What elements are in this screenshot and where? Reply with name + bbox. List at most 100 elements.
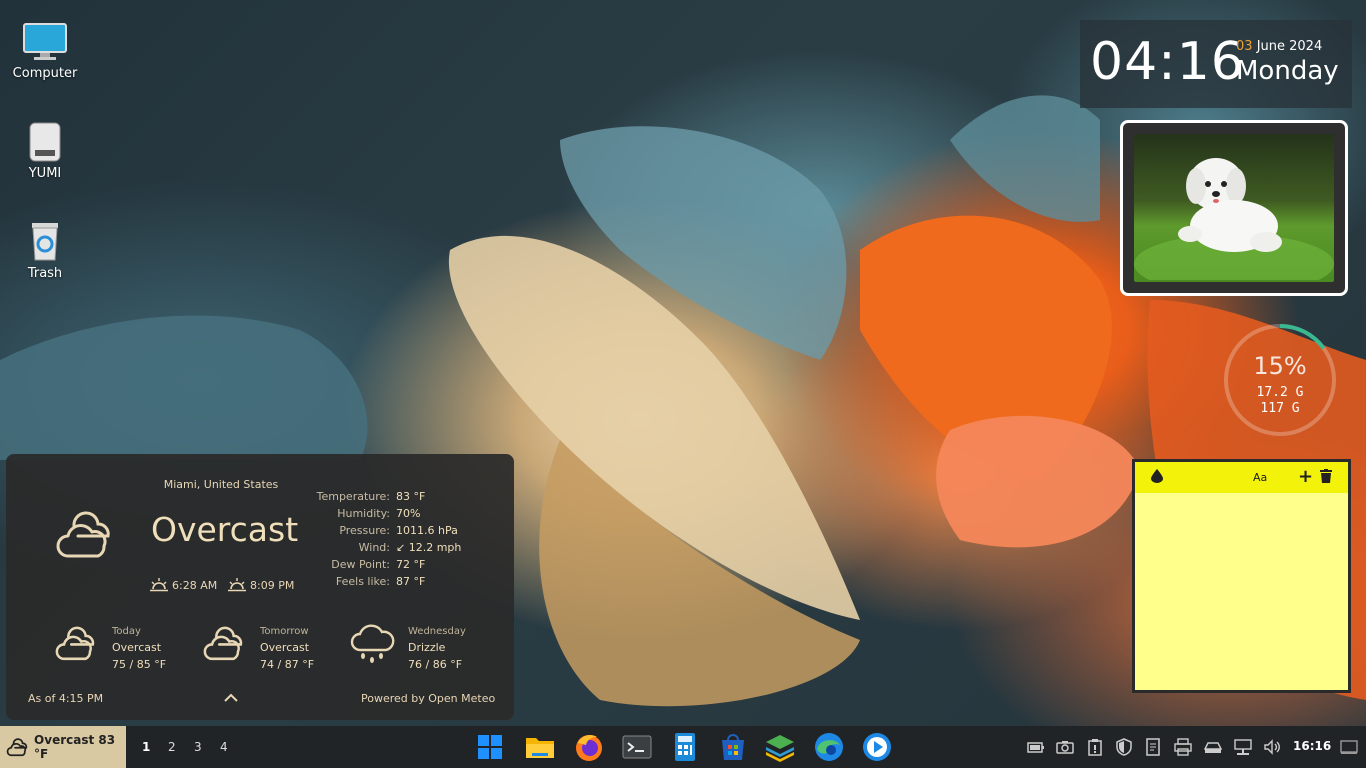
weather-as-of: As of 4:15 PM — [28, 692, 104, 705]
desktop-icon-trash[interactable]: Trash — [0, 220, 90, 281]
font-size-icon[interactable]: Aa — [1253, 471, 1267, 484]
weather-powered-by: Powered by Open Meteo — [361, 692, 496, 705]
add-note-icon[interactable]: + — [1298, 466, 1313, 487]
sticky-note-toolbar: Aa + — [1135, 462, 1348, 493]
trash-icon — [32, 223, 58, 261]
desktop-icon-yumi[interactable]: YUMI — [0, 122, 90, 181]
detail-label: Feels like: — [335, 575, 390, 588]
store-icon[interactable] — [717, 731, 749, 763]
detail-label: Temperature: — [316, 490, 390, 503]
cloud-icon — [203, 626, 243, 661]
clock-month-year: June 2024 — [1256, 39, 1323, 54]
sunrise: 6:28 AM — [150, 578, 217, 592]
forecast-temps: 74 / 87 °F — [260, 658, 315, 671]
detail-row: Pressure: 1011.6 hPa — [306, 522, 461, 539]
forecast-day: Wednesday — [408, 626, 466, 637]
detail-label: Dew Point: — [331, 558, 390, 571]
detail-label: Wind: — [358, 541, 390, 554]
detail-row: Wind: ↙ 12.2 mph — [306, 539, 462, 556]
clipboard-icon[interactable] — [1086, 738, 1104, 756]
layers-icon[interactable] — [764, 731, 796, 763]
monitor-icon — [23, 23, 67, 60]
sunrise-icon — [150, 578, 168, 592]
start-icon[interactable] — [474, 731, 506, 763]
clock-weekday: Monday — [1236, 56, 1339, 86]
detail-label: Pressure: — [339, 524, 390, 537]
forecast-condition: Overcast — [112, 641, 162, 654]
media-player-icon[interactable] — [861, 731, 893, 763]
shield-icon[interactable] — [1115, 738, 1133, 756]
battery-icon[interactable] — [1027, 738, 1045, 756]
file-manager-icon[interactable] — [524, 731, 556, 763]
detail-row: Feels like: 87 °F — [306, 573, 461, 590]
weather-location: Miami, United States — [163, 478, 279, 491]
clock-widget: 04:16 03 June 2024 Monday — [1080, 20, 1352, 108]
camera-icon[interactable] — [1056, 738, 1074, 756]
weather-details: Temperature: 83 °F Humidity: 70% Pressure:… — [306, 488, 462, 590]
taskbar-weather-label: Overcast 83 °F — [34, 733, 116, 761]
delete-note-icon[interactable] — [1320, 469, 1332, 487]
dog-photo — [1134, 134, 1334, 282]
volume-icon[interactable] — [1263, 738, 1281, 756]
workspace-1[interactable]: 1 — [142, 740, 150, 754]
detail-row: Dew Point: 72 °F — [306, 556, 461, 573]
detail-row: Humidity: 70% — [306, 505, 461, 522]
sunset-time: 8:09 PM — [250, 578, 295, 592]
detail-row: Temperature: 83 °F — [306, 488, 461, 505]
network-icon[interactable] — [1234, 738, 1252, 756]
forecast-condition: Drizzle — [408, 641, 446, 654]
detail-label: Humidity: — [337, 507, 390, 520]
forecast-day: Tomorrow — [260, 626, 309, 637]
detail-value: 87 °F — [396, 575, 426, 588]
desktop-icon-label: Computer — [12, 66, 78, 81]
taskbar-clock[interactable]: 16:16 — [1293, 739, 1331, 753]
edge-icon[interactable] — [813, 731, 845, 763]
detail-value: 70% — [396, 507, 421, 520]
printer-icon[interactable] — [1174, 738, 1192, 756]
workspace-3[interactable]: 3 — [194, 740, 202, 754]
sticky-note-widget[interactable]: Aa + — [1132, 459, 1351, 693]
forecast-condition: Overcast — [260, 641, 310, 654]
detail-value: 83 °F — [396, 490, 426, 503]
cloud-icon — [55, 626, 95, 661]
taskbar-weather-button[interactable]: Overcast 83 °F — [0, 726, 126, 768]
taskbar: Overcast 83 °F 1 2 3 4 16:16 — [0, 726, 1366, 768]
clock-day-number: 03 — [1236, 39, 1253, 54]
forecast-temps: 75 / 85 °F — [112, 658, 167, 671]
firefox-icon[interactable] — [573, 731, 605, 763]
sunrise-time: 6:28 AM — [172, 578, 218, 592]
desktop-icon-label: YUMI — [28, 166, 62, 181]
workspace-2[interactable]: 2 — [168, 740, 176, 754]
weather-panel: Miami, United States Overcast 6:28 AM 8:… — [6, 454, 514, 720]
forecast-temps: 76 / 86 °F — [408, 658, 463, 671]
detail-value: 1011.6 hPa — [396, 524, 458, 537]
clock-time: 04:16 — [1090, 32, 1245, 92]
sunset: 8:09 PM — [228, 578, 294, 592]
desktop-icon-label: Trash — [27, 266, 63, 281]
disk-usage-widget: 15% 17.2 G 117 G — [1222, 322, 1338, 438]
notes-icon[interactable] — [1144, 738, 1162, 756]
disk-total: 117 G — [1260, 401, 1300, 416]
sunset-icon — [228, 578, 246, 592]
calculator-icon[interactable] — [669, 731, 701, 763]
desktop-icon-computer[interactable]: Computer — [0, 22, 90, 81]
chevron-up-icon[interactable] — [223, 693, 239, 703]
disk-usage-ring — [1224, 324, 1336, 436]
clock-date: 03 June 2024 — [1236, 39, 1322, 54]
terminal-icon[interactable] — [621, 731, 653, 763]
detail-value: 72 °F — [396, 558, 426, 571]
overcast-cloud-icon — [56, 511, 110, 558]
rain-cloud-icon — [350, 624, 395, 663]
cloud-icon — [6, 738, 28, 757]
show-desktop-icon[interactable] — [1340, 738, 1358, 756]
forecast-day: Today — [112, 626, 141, 637]
weather-condition: Overcast — [151, 510, 299, 549]
drive-icon[interactable] — [1204, 738, 1222, 756]
disk-used: 17.2 G — [1256, 385, 1304, 400]
drive-icon — [29, 122, 61, 162]
workspace-4[interactable]: 4 — [220, 740, 228, 754]
detail-value: ↙ 12.2 mph — [396, 541, 462, 554]
color-drop-icon[interactable] — [1151, 469, 1163, 487]
disk-usage-percent: 15% — [1253, 352, 1307, 380]
photo-frame-widget[interactable] — [1120, 120, 1348, 296]
